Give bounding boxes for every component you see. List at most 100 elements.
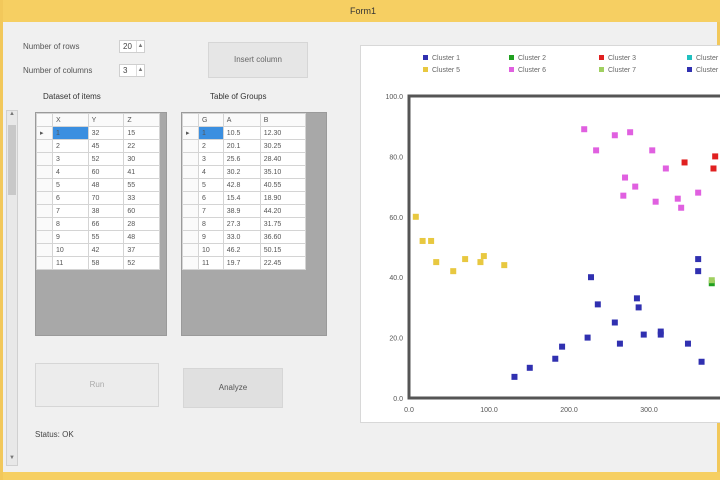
table-row[interactable]: 9 33.0 36.60 <box>182 230 307 244</box>
table-row[interactable]: 11 19.7 22.45 <box>182 256 307 270</box>
table-cell[interactable]: 55 <box>87 230 125 244</box>
table-cell[interactable]: 38 <box>87 204 125 218</box>
column-header[interactable]: X <box>52 113 89 127</box>
table-row[interactable]: 7 38 60 <box>36 204 160 218</box>
table-cell[interactable]: 22.45 <box>259 256 307 270</box>
row-header[interactable] <box>36 243 53 257</box>
columns-stepper[interactable]: 3 ▲ <box>119 64 145 77</box>
table-cell[interactable]: 45 <box>87 139 125 153</box>
row-header[interactable] <box>182 165 199 179</box>
table-cell[interactable]: 25.6 <box>222 152 261 166</box>
scroll-down-icon[interactable]: ▼ <box>7 455 17 465</box>
row-header[interactable] <box>36 217 53 231</box>
rows-stepper[interactable]: 20 ▲ <box>119 40 145 53</box>
table-row[interactable]: 2 20.1 30.25 <box>182 139 307 153</box>
table-cell[interactable]: 52 <box>123 256 160 270</box>
table-cell[interactable]: 70 <box>87 191 125 205</box>
row-header[interactable] <box>182 178 199 192</box>
table-cell[interactable]: 1 <box>52 126 89 140</box>
table-row[interactable]: 9 55 48 <box>36 230 160 244</box>
table-cell[interactable]: 7 <box>198 204 224 218</box>
table-row[interactable]: 4 30.2 35.10 <box>182 165 307 179</box>
table-cell[interactable]: 11 <box>198 256 224 270</box>
table-row[interactable]: 2 45 22 <box>36 139 160 153</box>
table-row[interactable]: 3 25.6 28.40 <box>182 152 307 166</box>
table-cell[interactable]: 41 <box>123 165 160 179</box>
table-cell[interactable]: 35.10 <box>259 165 307 179</box>
table-row[interactable]: ▸ 1 32 15 <box>36 126 160 140</box>
table-cell[interactable]: 32 <box>87 126 125 140</box>
table-row[interactable]: 7 38.9 44.20 <box>182 204 307 218</box>
table-cell[interactable]: 2 <box>198 139 224 153</box>
table-cell[interactable]: 20.1 <box>222 139 261 153</box>
column-header[interactable]: G <box>198 113 224 127</box>
table-row[interactable]: 8 66 28 <box>36 217 160 231</box>
table-cell[interactable]: 28 <box>123 217 160 231</box>
scroll-up-icon[interactable]: ▲ <box>7 111 17 121</box>
row-header[interactable] <box>36 152 53 166</box>
table-cell[interactable]: 11 <box>52 256 89 270</box>
table-cell[interactable]: 18.90 <box>259 191 307 205</box>
table-cell[interactable]: 66 <box>87 217 125 231</box>
table-cell[interactable]: 4 <box>198 165 224 179</box>
table-row[interactable]: 10 42 37 <box>36 243 160 257</box>
table-row[interactable]: 6 15.4 18.90 <box>182 191 307 205</box>
table-cell[interactable]: 1 <box>198 126 224 140</box>
column-header[interactable]: Y <box>87 113 125 127</box>
table-cell[interactable]: 38.9 <box>222 204 261 218</box>
row-header[interactable] <box>182 139 199 153</box>
table-cell[interactable]: 52 <box>87 152 125 166</box>
groups-grid[interactable]: G A B ▸ 1 10.5 12.30 2 20.1 30.25 3 25.6 28.40 4 30.2 3… <box>181 112 327 336</box>
analyze-button[interactable]: Analyze <box>183 368 283 408</box>
table-cell[interactable]: 60 <box>87 165 125 179</box>
table-cell[interactable]: 4 <box>52 165 89 179</box>
table-row[interactable]: 5 42.8 40.55 <box>182 178 307 192</box>
row-header[interactable] <box>182 217 199 231</box>
row-header[interactable] <box>182 243 199 257</box>
groups-table[interactable]: G A B ▸ 1 10.5 12.30 2 20.1 30.25 3 25.6 28.40 4 30.2 3… <box>182 113 307 270</box>
spin-arrows-icon[interactable]: ▲ <box>136 41 144 52</box>
table-cell[interactable]: 33 <box>123 191 160 205</box>
row-header[interactable]: ▸ <box>36 126 53 140</box>
row-header[interactable] <box>182 152 199 166</box>
row-header[interactable] <box>36 230 53 244</box>
row-header[interactable] <box>182 256 199 270</box>
table-row[interactable]: 3 52 30 <box>36 152 160 166</box>
table-cell[interactable]: 15 <box>123 126 160 140</box>
scrollbar-thumb[interactable] <box>8 125 16 195</box>
insert-column-button[interactable]: Insert column <box>208 42 308 78</box>
column-header[interactable]: A <box>222 113 261 127</box>
row-header[interactable]: ▸ <box>182 126 199 140</box>
column-header[interactable]: B <box>259 113 307 127</box>
table-cell[interactable]: 30.2 <box>222 165 261 179</box>
table-cell[interactable]: 10 <box>52 243 89 257</box>
table-cell[interactable]: 55 <box>123 178 160 192</box>
table-row[interactable]: ▸ 1 10.5 12.30 <box>182 126 307 140</box>
row-header[interactable] <box>36 256 53 270</box>
table-cell[interactable]: 15.4 <box>222 191 261 205</box>
table-cell[interactable]: 31.75 <box>259 217 307 231</box>
row-header[interactable] <box>36 178 53 192</box>
table-cell[interactable]: 48 <box>123 230 160 244</box>
table-cell[interactable]: 9 <box>52 230 89 244</box>
run-button[interactable]: Run <box>35 363 159 407</box>
table-cell[interactable]: 7 <box>52 204 89 218</box>
row-header[interactable] <box>182 191 199 205</box>
table-cell[interactable]: 28.40 <box>259 152 307 166</box>
table-cell[interactable]: 10.5 <box>222 126 261 140</box>
table-cell[interactable]: 30 <box>123 152 160 166</box>
table-cell[interactable]: 50.15 <box>259 243 307 257</box>
table-row[interactable]: 8 27.3 31.75 <box>182 217 307 231</box>
table-cell[interactable]: 42 <box>87 243 125 257</box>
vertical-scrollbar[interactable]: ▲ ▼ <box>6 110 18 466</box>
table-row[interactable]: 6 70 33 <box>36 191 160 205</box>
table-cell[interactable]: 5 <box>52 178 89 192</box>
table-cell[interactable]: 8 <box>198 217 224 231</box>
table-cell[interactable]: 12.30 <box>259 126 307 140</box>
table-cell[interactable]: 36.60 <box>259 230 307 244</box>
table-cell[interactable]: 10 <box>198 243 224 257</box>
table-cell[interactable]: 3 <box>52 152 89 166</box>
table-cell[interactable]: 60 <box>123 204 160 218</box>
table-cell[interactable]: 33.0 <box>222 230 261 244</box>
row-header[interactable] <box>36 204 53 218</box>
